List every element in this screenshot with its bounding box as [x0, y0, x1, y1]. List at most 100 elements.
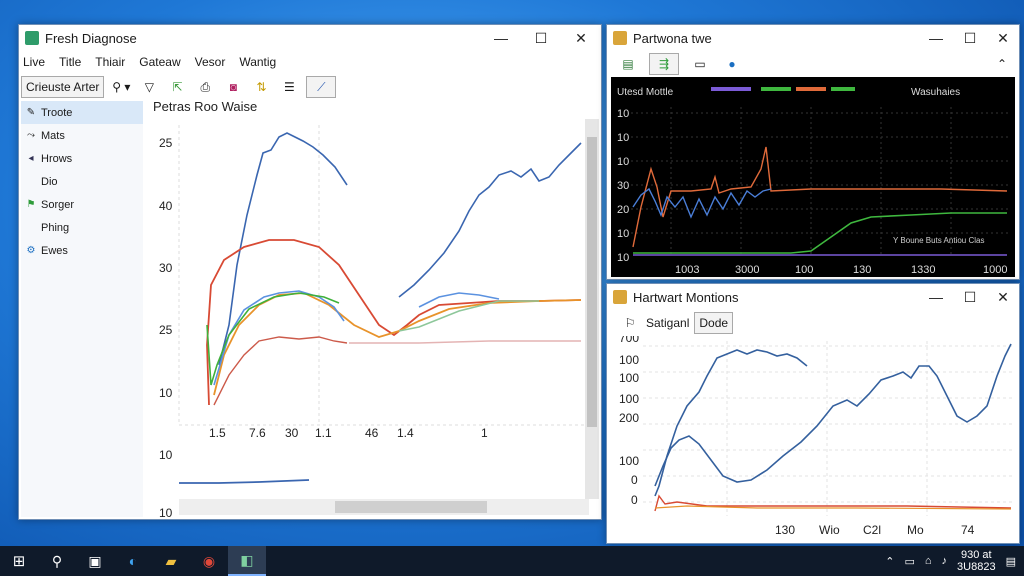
y-tick: 200 [619, 411, 639, 425]
y-tick: 30 [159, 261, 173, 275]
x-tick: 7.6 [249, 426, 266, 440]
series-lightblue-right [418, 292, 500, 308]
y-tick: 100 [619, 371, 639, 385]
maximize-icon[interactable]: ☐ [953, 25, 987, 51]
clock-time: 930 at [961, 549, 992, 561]
series-pink-flat [349, 340, 581, 344]
x-tick: 1.1 [315, 426, 332, 440]
x-tick: 1330 [911, 264, 935, 276]
y-tick: 10 [617, 132, 629, 144]
y-tick: 25 [159, 323, 173, 337]
windows-icon[interactable]: ⊞ [0, 546, 38, 576]
series-bottom-blue [179, 479, 310, 484]
x-tick: 74 [961, 523, 975, 537]
y-tick: 10 [617, 108, 629, 120]
v-scrollbar-thumb[interactable] [587, 137, 597, 427]
window-icon[interactable]: ▭ [689, 53, 711, 75]
y-tick: 30 [617, 180, 629, 192]
x-tick: 100 [795, 264, 813, 276]
x-tick: 1003 [675, 264, 699, 276]
flag-icon[interactable]: ⚐ [619, 312, 641, 334]
legend-swatch [831, 87, 855, 91]
app-icon [613, 31, 627, 45]
series-blue-right [398, 142, 582, 298]
clock[interactable]: 930 at 3U8823 [957, 549, 996, 573]
x-tick: C2l [863, 523, 881, 537]
task-view-icon[interactable]: ▣ [76, 546, 114, 576]
volume-icon[interactable]: ♪ [942, 555, 948, 567]
close-icon[interactable]: ✕ [987, 25, 1019, 51]
chart-toggle-icon[interactable]: ⇶ [649, 53, 679, 75]
dode-button[interactable]: Dode [694, 312, 734, 334]
x-tick: 30 [285, 426, 299, 440]
series-blue-main [654, 349, 808, 497]
bottom-right-toolbar: ⚐ Satiganl Dode [607, 312, 1019, 334]
series-red [206, 239, 582, 406]
satiganl-button[interactable]: Satiganl [645, 312, 690, 334]
clock-date: 3U8823 [957, 561, 996, 573]
y-tick: 10 [159, 506, 173, 519]
chart-annotation: Y Boune Buts Antiou Clas [893, 236, 984, 245]
bottom-right-window: Hartwart Montions — ☐ ✕ ⚐ Satiganl Dode … [606, 283, 1020, 544]
legend-swatch [711, 87, 751, 91]
info-icon[interactable]: ● [721, 53, 743, 75]
chart-header: Utesd Mottle [617, 87, 674, 98]
notifications-icon[interactable]: ▤ [1006, 555, 1016, 568]
maximize-icon[interactable]: ☐ [953, 284, 987, 310]
edge-icon[interactable]: ◐ [114, 546, 152, 576]
y-tick: 0 [631, 493, 638, 507]
x-tick: 130 [853, 264, 871, 276]
x-tick: 46 [365, 426, 379, 440]
x-tick: Mo [907, 523, 924, 537]
bottom-right-chart: 700 100 100 100 200 100 0 0 130 Wio C2l … [619, 336, 1012, 537]
system-tray: ⌃ ▭ ⌂ ♪ 930 at 3U8823 ▤ [885, 546, 1024, 576]
top-right-window: Partwona twe — ☐ ✕ ▤ ⇶ ▭ ● ⌃ Utesd Mottl… [606, 24, 1020, 280]
network-icon[interactable]: ⌂ [925, 555, 932, 567]
legend-right: Wasuhaies [911, 87, 960, 98]
x-tick: 130 [775, 523, 795, 537]
bottom-right-title: Hartwart Montions [633, 289, 739, 305]
document-icon[interactable]: ▤ [617, 53, 639, 75]
y-tick: 10 [617, 252, 629, 264]
y-tick: 10 [617, 228, 629, 240]
h-scrollbar-thumb [335, 501, 487, 513]
folder-icon[interactable]: ▰ [152, 546, 190, 576]
y-tick: 700 [619, 336, 639, 345]
x-tick: 1000 [983, 264, 1007, 276]
x-tick: 1.4 [397, 426, 414, 440]
collapse-icon[interactable]: ⌃ [991, 53, 1013, 75]
v-scrollbar[interactable] [585, 119, 599, 499]
y-tick: 40 [159, 199, 173, 213]
y-tick: 25 [159, 136, 173, 150]
minimize-icon[interactable]: — [919, 25, 953, 51]
top-right-title: Partwona twe [633, 30, 712, 46]
x-tick: 3000 [735, 264, 759, 276]
top-right-toolbar: ▤ ⇶ ▭ ● ⌃ [607, 53, 1019, 75]
y-tick: 10 [159, 386, 173, 400]
legend-swatch [761, 87, 791, 91]
main-window: Fresh Diagnose — ☐ ✕ Live Title Thiair G… [18, 24, 602, 520]
y-tick: 20 [617, 204, 629, 216]
chevron-up-icon[interactable]: ⌃ [885, 555, 894, 568]
series-blue-second [654, 343, 1012, 487]
x-tick: 1.5 [209, 426, 226, 440]
battery-icon[interactable]: ▭ [904, 555, 914, 568]
x-tick: 1 [481, 426, 488, 440]
series-orange [213, 292, 582, 396]
y-tick: 0 [631, 473, 638, 487]
minimize-icon[interactable]: — [919, 284, 953, 310]
main-chart: 25 40 30 25 10 10 10 1.5 7.6 30 1.1 46 1… [159, 125, 589, 519]
close-icon[interactable]: ✕ [987, 284, 1019, 310]
y-tick: 10 [617, 156, 629, 168]
y-tick: 100 [619, 392, 639, 406]
app-icon[interactable]: ◧ [228, 546, 266, 576]
series-salmon [213, 336, 348, 406]
bottom-right-titlebar[interactable]: Hartwart Montions — ☐ ✕ [607, 284, 1019, 310]
app-icon [613, 290, 627, 304]
legend-swatches [711, 87, 855, 91]
top-right-titlebar[interactable]: Partwona twe — ☐ ✕ [607, 25, 1019, 51]
chrome-icon[interactable]: ◉ [190, 546, 228, 576]
search-icon[interactable]: ⚲ [38, 546, 76, 576]
y-tick: 100 [619, 353, 639, 367]
taskbar: ⊞ ⚲ ▣ ◐ ▰ ◉ ◧ ⌃ ▭ ⌂ ♪ 930 at 3U8823 ▤ [0, 546, 1024, 576]
